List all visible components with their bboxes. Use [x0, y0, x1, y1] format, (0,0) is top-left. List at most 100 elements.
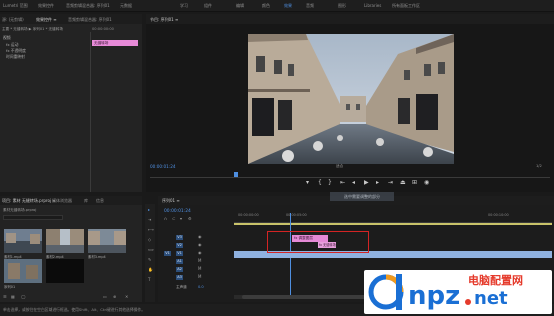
- track-a3-toggle[interactable]: A3: [176, 275, 183, 280]
- program-ratio-select[interactable]: 1/2: [536, 164, 542, 168]
- track-a2-toggle[interactable]: A2: [176, 267, 183, 272]
- track-v1-source[interactable]: V1: [164, 251, 171, 256]
- clip-path-line: 主要 * 无缝转场 ▶ 序列01 * 无缝转场: [2, 27, 63, 32]
- ripple-edit-icon[interactable]: ⟷: [148, 228, 154, 232]
- tab-source[interactable]: 源: (无剪辑): [2, 17, 24, 23]
- project-thumb-3[interactable]: [88, 229, 126, 253]
- track-a2-mute-icon[interactable]: M: [198, 267, 202, 271]
- thumb-label-1: 素材1.mp4: [4, 255, 22, 259]
- lift-icon[interactable]: ⏏: [400, 180, 406, 186]
- project-search-field[interactable]: [3, 215, 63, 220]
- icon-view-icon[interactable]: ▦: [11, 295, 15, 299]
- track-v3-eye-icon[interactable]: ◉: [198, 235, 202, 239]
- track-v1-eye-icon[interactable]: ◉: [198, 251, 202, 255]
- play-icon[interactable]: ▶: [364, 180, 369, 186]
- track-v1-toggle[interactable]: V1: [176, 251, 183, 256]
- hand-tool-icon[interactable]: ✋: [148, 268, 153, 272]
- new-item-icon[interactable]: ⊕: [113, 295, 117, 299]
- add-marker-icon[interactable]: ▾: [306, 180, 309, 186]
- ws-tab-10[interactable]: 音频: [306, 3, 314, 9]
- go-to-in-icon[interactable]: ⇤: [340, 180, 345, 186]
- track-v3-toggle[interactable]: V3: [176, 235, 183, 240]
- track-a1-toggle[interactable]: A1: [176, 259, 183, 264]
- tab-media-browser[interactable]: 媒体浏览器: [52, 198, 72, 204]
- step-forward-icon[interactable]: ▸: [376, 180, 379, 186]
- step-back-icon[interactable]: ◂: [352, 180, 355, 186]
- project-thumb-4[interactable]: [4, 259, 42, 283]
- slip-tool-icon[interactable]: ⟺: [148, 248, 154, 252]
- type-tool-icon[interactable]: T: [148, 278, 152, 282]
- mark-in-icon[interactable]: {: [318, 180, 322, 186]
- ws-tab-5[interactable]: 学习: [180, 3, 188, 9]
- selection-tool-icon[interactable]: ▸: [148, 208, 152, 212]
- effect-timecode: 00:00:00:00: [92, 27, 114, 31]
- work-area-bar[interactable]: [234, 223, 552, 225]
- track-a3-mute-icon[interactable]: M: [198, 275, 202, 279]
- tools-panel: ▸ ⇥ ⟷ ◇ ⟺ ✎ ✋ T: [145, 204, 155, 302]
- project-thumb-2[interactable]: [46, 229, 84, 253]
- track-master: 主声道 0.0: [158, 284, 234, 291]
- timeline-hint-overlay: 选中需要调整的部分: [330, 192, 394, 201]
- program-scrub-bar[interactable]: [150, 172, 550, 178]
- track-v2: V2 ◉: [158, 242, 234, 249]
- track-select-icon[interactable]: ⇥: [148, 218, 152, 222]
- ws-tab-12[interactable]: Libraries: [364, 3, 381, 8]
- effect-clip-chip[interactable]: 无缝转场: [92, 40, 138, 46]
- export-frame-icon[interactable]: ◉: [424, 180, 429, 186]
- thumb-label-4: 序列01: [4, 285, 16, 289]
- track-v2-toggle[interactable]: V2: [176, 243, 183, 248]
- ws-tab-1[interactable]: Lumetri 范围: [3, 3, 28, 9]
- timeline-settings-icon[interactable]: ⚙: [188, 217, 192, 221]
- ws-tab-11[interactable]: 图形: [338, 3, 346, 9]
- ws-tab-4[interactable]: 元数据: [120, 3, 132, 9]
- zoom-slider-icon[interactable]: ◯: [21, 295, 25, 299]
- razor-tool-icon[interactable]: ◇: [148, 238, 152, 242]
- tab-audio-mixer[interactable]: 音频剪辑混合器: 序列01: [68, 17, 112, 23]
- trash-icon[interactable]: ✕: [125, 295, 129, 299]
- linked-selection-icon[interactable]: ⊂: [172, 217, 176, 221]
- go-to-out-icon[interactable]: ⇥: [388, 180, 393, 186]
- project-panel: 项目: 素材 无缝转场.prproj ≡ 媒体浏览器 库 信息 素材无缝转场.p…: [0, 196, 142, 302]
- tab-info[interactable]: 信息: [96, 198, 104, 204]
- ws-tab-3[interactable]: 音频剪辑混合器: 序列01: [66, 3, 110, 9]
- extract-icon[interactable]: ⊞: [412, 180, 417, 186]
- project-tabs: 项目: 素材 无缝转场.prproj ≡ 媒体浏览器 库 信息: [0, 196, 142, 205]
- list-view-icon[interactable]: ☰: [3, 295, 7, 299]
- program-fit-select[interactable]: 适合: [336, 164, 343, 169]
- program-playhead-marker[interactable]: [234, 172, 238, 177]
- new-bin-icon[interactable]: ▭: [103, 295, 107, 299]
- program-timecode[interactable]: 00:00:01:24: [150, 164, 176, 169]
- track-a1-mute-icon[interactable]: M: [198, 259, 202, 263]
- track-v1: V1 V1 ◉: [158, 250, 234, 257]
- tab-project[interactable]: 项目: 素材 无缝转场.prproj ≡: [2, 198, 56, 204]
- timeline-timecode[interactable]: 00:00:01:24: [164, 209, 191, 214]
- track-v2-eye-icon[interactable]: ◉: [198, 243, 202, 247]
- ws-tab-2[interactable]: 效果控件: [38, 3, 54, 9]
- project-thumb-1[interactable]: [4, 229, 42, 253]
- svg-text:npz: npz: [408, 281, 460, 311]
- tab-libraries[interactable]: 库: [84, 198, 88, 204]
- add-marker-timeline-icon[interactable]: ▾: [180, 217, 184, 221]
- ws-tab-6[interactable]: 组件: [204, 3, 212, 9]
- program-title[interactable]: 节目: 序列01 ≡: [150, 17, 178, 23]
- transport-controls: ▾ { } ⇤ ◂ ▶ ▸ ⇥ ⏏ ⊞ ◉: [306, 180, 436, 188]
- effect-row-video: 视频: [3, 35, 11, 40]
- ws-tab-8[interactable]: 颜色: [262, 3, 270, 9]
- pen-tool-icon[interactable]: ✎: [148, 258, 152, 262]
- timeline-title[interactable]: 序列01 ≡: [162, 198, 180, 204]
- project-thumb-5[interactable]: [46, 259, 84, 283]
- track-master-value[interactable]: 0.0: [198, 285, 204, 289]
- clip-path-text: 主要 * 无缝转场 ▶ 序列01 * 无缝转场: [2, 27, 63, 31]
- timeline-ruler[interactable]: 00:00:00:00 00:00:05:00 00:00:10:00: [234, 213, 552, 223]
- mark-out-icon[interactable]: }: [328, 180, 332, 186]
- ws-tab-9[interactable]: 效果: [284, 3, 292, 9]
- track-a3: A3 M: [158, 274, 234, 281]
- thumb-label-2: 素材2.mp4: [46, 255, 64, 259]
- snap-icon[interactable]: ∩: [164, 217, 168, 221]
- tab-effect-controls[interactable]: 效果控件 ≡: [36, 17, 57, 23]
- effect-row-timeremap[interactable]: 时间重映射: [6, 54, 25, 60]
- program-tabs: 节目: 序列01 ≡: [146, 14, 554, 24]
- ws-tab-13[interactable]: 所有面板工作区: [392, 3, 420, 9]
- ws-tab-7[interactable]: 编辑: [236, 3, 244, 9]
- thumb-image-2: [46, 229, 84, 253]
